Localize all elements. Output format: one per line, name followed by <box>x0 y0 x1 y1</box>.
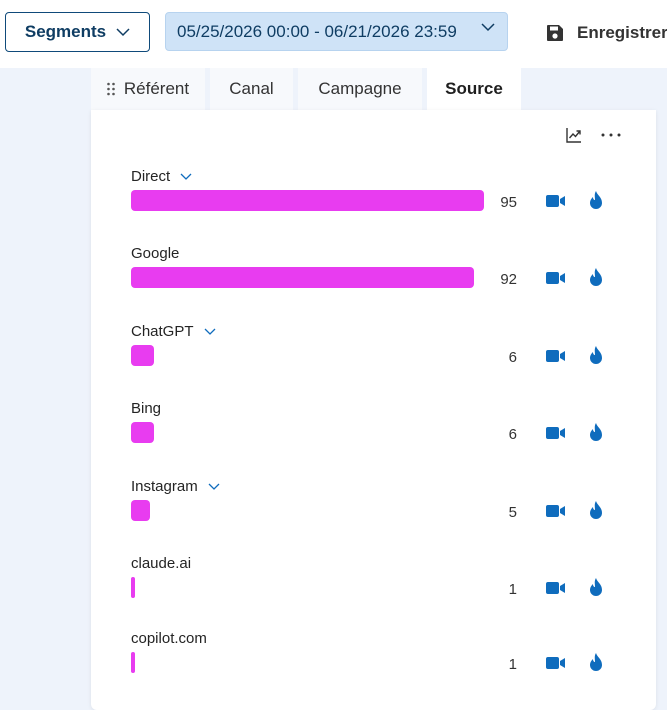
source-label-wrap: ChatGPT <box>131 323 216 340</box>
panel-tools <box>566 127 622 143</box>
list-item[interactable]: claude.ai 1 <box>131 555 611 615</box>
source-bar <box>131 652 135 673</box>
list-item[interactable]: Direct 95 <box>131 168 611 228</box>
source-label-wrap: Instagram <box>131 478 220 495</box>
save-label: Enregistrer <box>577 23 667 42</box>
source-label-wrap: claude.ai <box>131 555 191 572</box>
chevron-down-icon[interactable] <box>204 328 216 336</box>
fire-icon[interactable] <box>588 578 604 597</box>
video-camera-icon[interactable] <box>546 271 566 285</box>
video-camera-icon[interactable] <box>546 656 566 670</box>
tab-campagne[interactable]: Campagne <box>298 68 422 110</box>
tab-label: Campagne <box>318 79 402 98</box>
top-toolbar: Segments 05/25/2026 00:00 - 06/21/2026 2… <box>0 0 667 68</box>
source-bar <box>131 190 484 211</box>
video-camera-icon[interactable] <box>546 349 566 363</box>
chevron-down-icon <box>116 27 130 36</box>
segments-label: Segments <box>24 22 107 41</box>
source-label: claude.ai <box>131 555 192 572</box>
save-button[interactable]: Enregistrer <box>545 18 667 48</box>
source-label-wrap: Bing <box>131 400 161 417</box>
video-camera-icon[interactable] <box>546 581 566 595</box>
tab-label: Canal <box>229 79 274 98</box>
source-label-wrap: Google <box>131 245 179 262</box>
tab-source[interactable]: Source <box>427 68 521 110</box>
source-label: ChatGPT <box>131 323 194 340</box>
date-range-picker[interactable]: 05/25/2026 00:00 - 06/21/2026 23:59 <box>165 12 508 51</box>
source-label: Bing <box>131 400 162 417</box>
list-item[interactable]: ChatGPT 6 <box>131 323 611 383</box>
source-label: Instagram <box>131 478 198 495</box>
source-value: 6 <box>508 426 517 443</box>
source-label: Direct <box>131 168 171 185</box>
chevron-down-icon[interactable] <box>180 173 192 181</box>
fire-icon[interactable] <box>588 501 604 520</box>
chevron-down-icon[interactable] <box>208 483 220 491</box>
tab-label: Source <box>445 79 503 98</box>
tab-referent[interactable]: Référent <box>91 68 205 110</box>
segments-button[interactable]: Segments <box>5 12 150 52</box>
fire-icon[interactable] <box>588 423 604 442</box>
video-camera-icon[interactable] <box>546 194 566 208</box>
drag-handle-icon[interactable] <box>107 82 115 96</box>
source-label: copilot.com <box>131 630 207 647</box>
fire-icon[interactable] <box>588 191 604 210</box>
tab-canal[interactable]: Canal <box>210 68 293 110</box>
source-panel: Direct 95 Google 92 ChatGPT 6 Bing 6 Instagram 5 c… <box>91 110 656 710</box>
fire-icon[interactable] <box>588 653 604 672</box>
list-item[interactable]: Google 92 <box>131 245 611 305</box>
source-label: Google <box>131 245 180 262</box>
source-bar <box>131 267 474 288</box>
fire-icon[interactable] <box>588 346 604 365</box>
source-label-wrap: copilot.com <box>131 630 207 647</box>
chevron-down-icon <box>481 23 495 32</box>
source-bar <box>131 422 154 443</box>
list-item[interactable]: Instagram 5 <box>131 478 611 538</box>
tab-label: Référent <box>123 79 190 98</box>
date-range-text: 05/25/2026 00:00 - 06/21/2026 23:59 <box>177 21 457 41</box>
video-camera-icon[interactable] <box>546 426 566 440</box>
source-value: 1 <box>508 581 517 598</box>
source-bar <box>131 345 154 366</box>
source-bar <box>131 577 135 598</box>
source-value: 92 <box>500 271 517 288</box>
source-value: 1 <box>508 656 517 673</box>
fire-icon[interactable] <box>588 268 604 287</box>
source-bar <box>131 500 150 521</box>
list-item[interactable]: Bing 6 <box>131 400 611 460</box>
trend-chart-icon[interactable] <box>566 127 582 143</box>
more-icon[interactable] <box>600 132 622 138</box>
list-item[interactable]: copilot.com 1 <box>131 630 611 690</box>
source-value: 95 <box>500 194 517 211</box>
video-camera-icon[interactable] <box>546 504 566 518</box>
save-icon <box>547 25 563 41</box>
source-value: 5 <box>508 504 517 521</box>
source-value: 6 <box>508 349 517 366</box>
source-label-wrap: Direct <box>131 168 192 185</box>
